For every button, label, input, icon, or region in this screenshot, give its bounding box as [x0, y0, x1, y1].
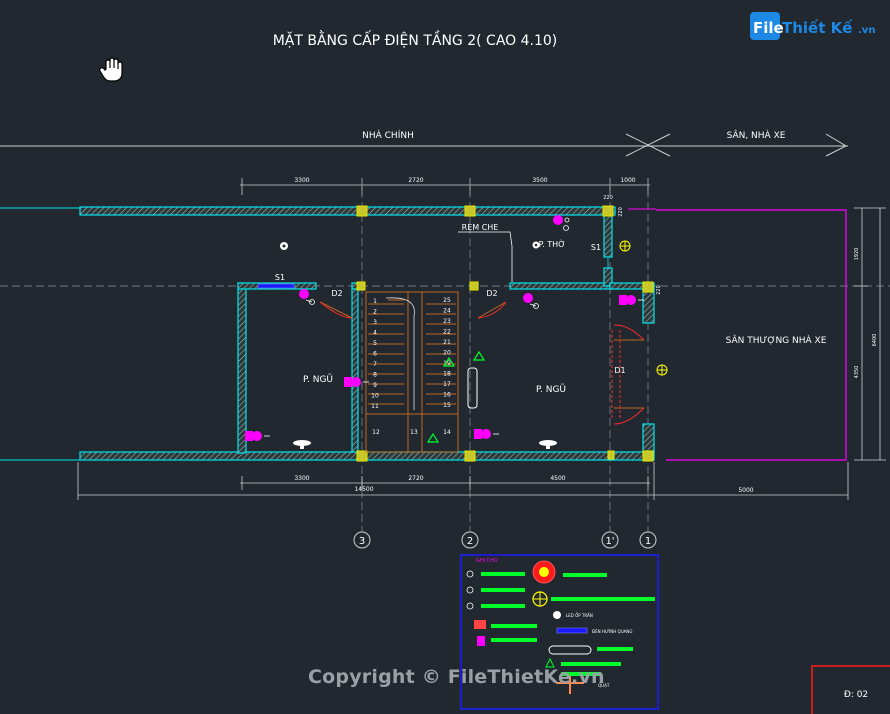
stair-step-number: 2	[373, 309, 377, 316]
stair-step-number: 3	[373, 319, 377, 326]
stair-step-number: 17	[443, 381, 451, 388]
stair-step-number: 11	[371, 403, 379, 410]
dim-vertical-2: 4350	[854, 366, 860, 379]
room-label-bedroom-left: P. NGŨ	[303, 373, 333, 385]
dim-small-1: 220	[603, 195, 613, 201]
doors	[319, 301, 645, 425]
switch-icon	[426, 350, 486, 443]
zone-label-main-house: NHÀ CHÍNH	[362, 129, 414, 141]
stair-step-number: 24	[443, 308, 451, 315]
dim-bottom-1: 3300	[294, 475, 309, 482]
switch-icon	[466, 586, 474, 594]
fluorescent-light-icon	[556, 627, 588, 634]
logo-text-suffix: .vn	[858, 25, 875, 36]
label-d2-right: D2	[486, 289, 497, 298]
room-label-bedroom-right: P. NGŨ	[536, 383, 566, 395]
fluorescent-light-icon	[548, 645, 592, 655]
dim-small-2: 220	[618, 207, 624, 217]
label-curtain: RÈM CHE	[462, 221, 499, 232]
edge-lines	[0, 207, 80, 461]
socket-icon	[245, 215, 636, 441]
dim-vertical-1: 1920	[854, 248, 860, 261]
room-label-worship: P. THỜ	[539, 238, 566, 249]
stair-step-number: 5	[373, 340, 377, 347]
stair-step-number: 10	[371, 393, 379, 400]
stair-step-number: 14	[443, 429, 451, 436]
stair-step-number: 22	[443, 329, 451, 336]
downlight-icon	[553, 611, 561, 619]
sheet-number: Đ: 02	[844, 690, 868, 700]
socket-icon	[477, 636, 485, 646]
grid-axis-2: 2	[467, 536, 473, 547]
dim-garage: 5000	[738, 487, 753, 494]
terrace-outline	[628, 208, 847, 461]
stair-step-number: 6	[373, 351, 377, 358]
switch-icon	[466, 602, 474, 610]
legend-label-ceiling-led: LED ỐP TRẦN	[566, 613, 593, 618]
axis-lines	[0, 178, 890, 540]
stair-step-number: 12	[372, 429, 380, 436]
stair-step-number: 8	[373, 372, 377, 379]
dim-top-1: 3300	[294, 177, 309, 184]
stair-step-number: 15	[443, 402, 451, 409]
label-d1: D1	[614, 366, 625, 375]
dim-top-3: 3500	[532, 177, 547, 184]
dim-bottom-3: 4500	[550, 475, 565, 482]
dim-vertical-3: 6400	[872, 334, 878, 347]
copyright-watermark: Copyright © FileThietKe.vn	[308, 666, 605, 688]
stair-step-number: 9	[373, 382, 377, 389]
legend-label-fluorescent: ĐÈN HUỲNH QUANG	[592, 629, 632, 634]
stair-step-number: 20	[443, 350, 451, 357]
stair-step-number: 18	[443, 371, 451, 378]
filethietke-logo: File Thiết Kế .vn	[750, 12, 875, 40]
window-s1-left	[257, 283, 295, 289]
label-d2-left: D2	[331, 289, 342, 298]
switch-icon	[466, 570, 474, 578]
window-lines	[258, 258, 609, 287]
stair-step-number: 7	[373, 361, 377, 368]
stair-numbers: 123456789101112 13 14151617181920212223242…	[371, 297, 451, 436]
stair-step-number: 1	[373, 298, 377, 305]
legend-text-bars	[481, 572, 655, 676]
drawing-title: MẶT BẰNG CẤP ĐIỆN TẦNG 2( CAO 4.10)	[273, 30, 558, 49]
zone-line	[0, 133, 848, 157]
dim-total: 14500	[354, 486, 373, 493]
bottom-dimension-lines	[77, 462, 849, 500]
dim-top-4: 1000	[620, 177, 635, 184]
stair-step-number: 13	[410, 429, 418, 436]
stair-step-number: 23	[443, 318, 451, 325]
dim-bottom-2: 2720	[408, 475, 423, 482]
zone-label-yard-garage: SÂN, NHÀ XE	[727, 129, 786, 141]
stair-step-number: 4	[373, 330, 377, 337]
grid-axis-1: 1	[645, 536, 651, 547]
fluorescent-light-icon	[467, 367, 478, 409]
grid-axis-1-prime: 1'	[605, 536, 614, 547]
legend-title: GHI CHÚ	[476, 557, 498, 564]
grid-axis-3: 3	[359, 536, 365, 547]
hand-cursor-icon	[99, 57, 123, 82]
walls	[79, 206, 655, 461]
logo-text-file: File	[753, 19, 784, 37]
right-dimension-lines	[854, 207, 886, 461]
label-s1-left: S1	[275, 273, 285, 282]
floor-plan-drawing: MẶT BẰNG CẤP ĐIỆN TẦNG 2( CAO 4.10) NHÀ …	[0, 30, 890, 714]
logo-text-thietke: Thiết Kế	[782, 18, 853, 37]
label-s1-right: S1	[591, 243, 601, 252]
stair-step-number: 16	[443, 392, 451, 399]
downlight-icon	[280, 241, 540, 250]
room-label-terrace: SÂN THƯỢNG NHÀ XE	[726, 334, 827, 346]
dim-top-2: 2720	[408, 177, 423, 184]
socket-icon	[474, 620, 486, 629]
stair-step-number: 25	[443, 297, 451, 304]
dim-small-3: 220	[656, 285, 662, 295]
curtain-leader	[458, 231, 513, 282]
stair-step-number: 21	[443, 339, 451, 346]
ceiling-fan-icon	[293, 440, 557, 449]
